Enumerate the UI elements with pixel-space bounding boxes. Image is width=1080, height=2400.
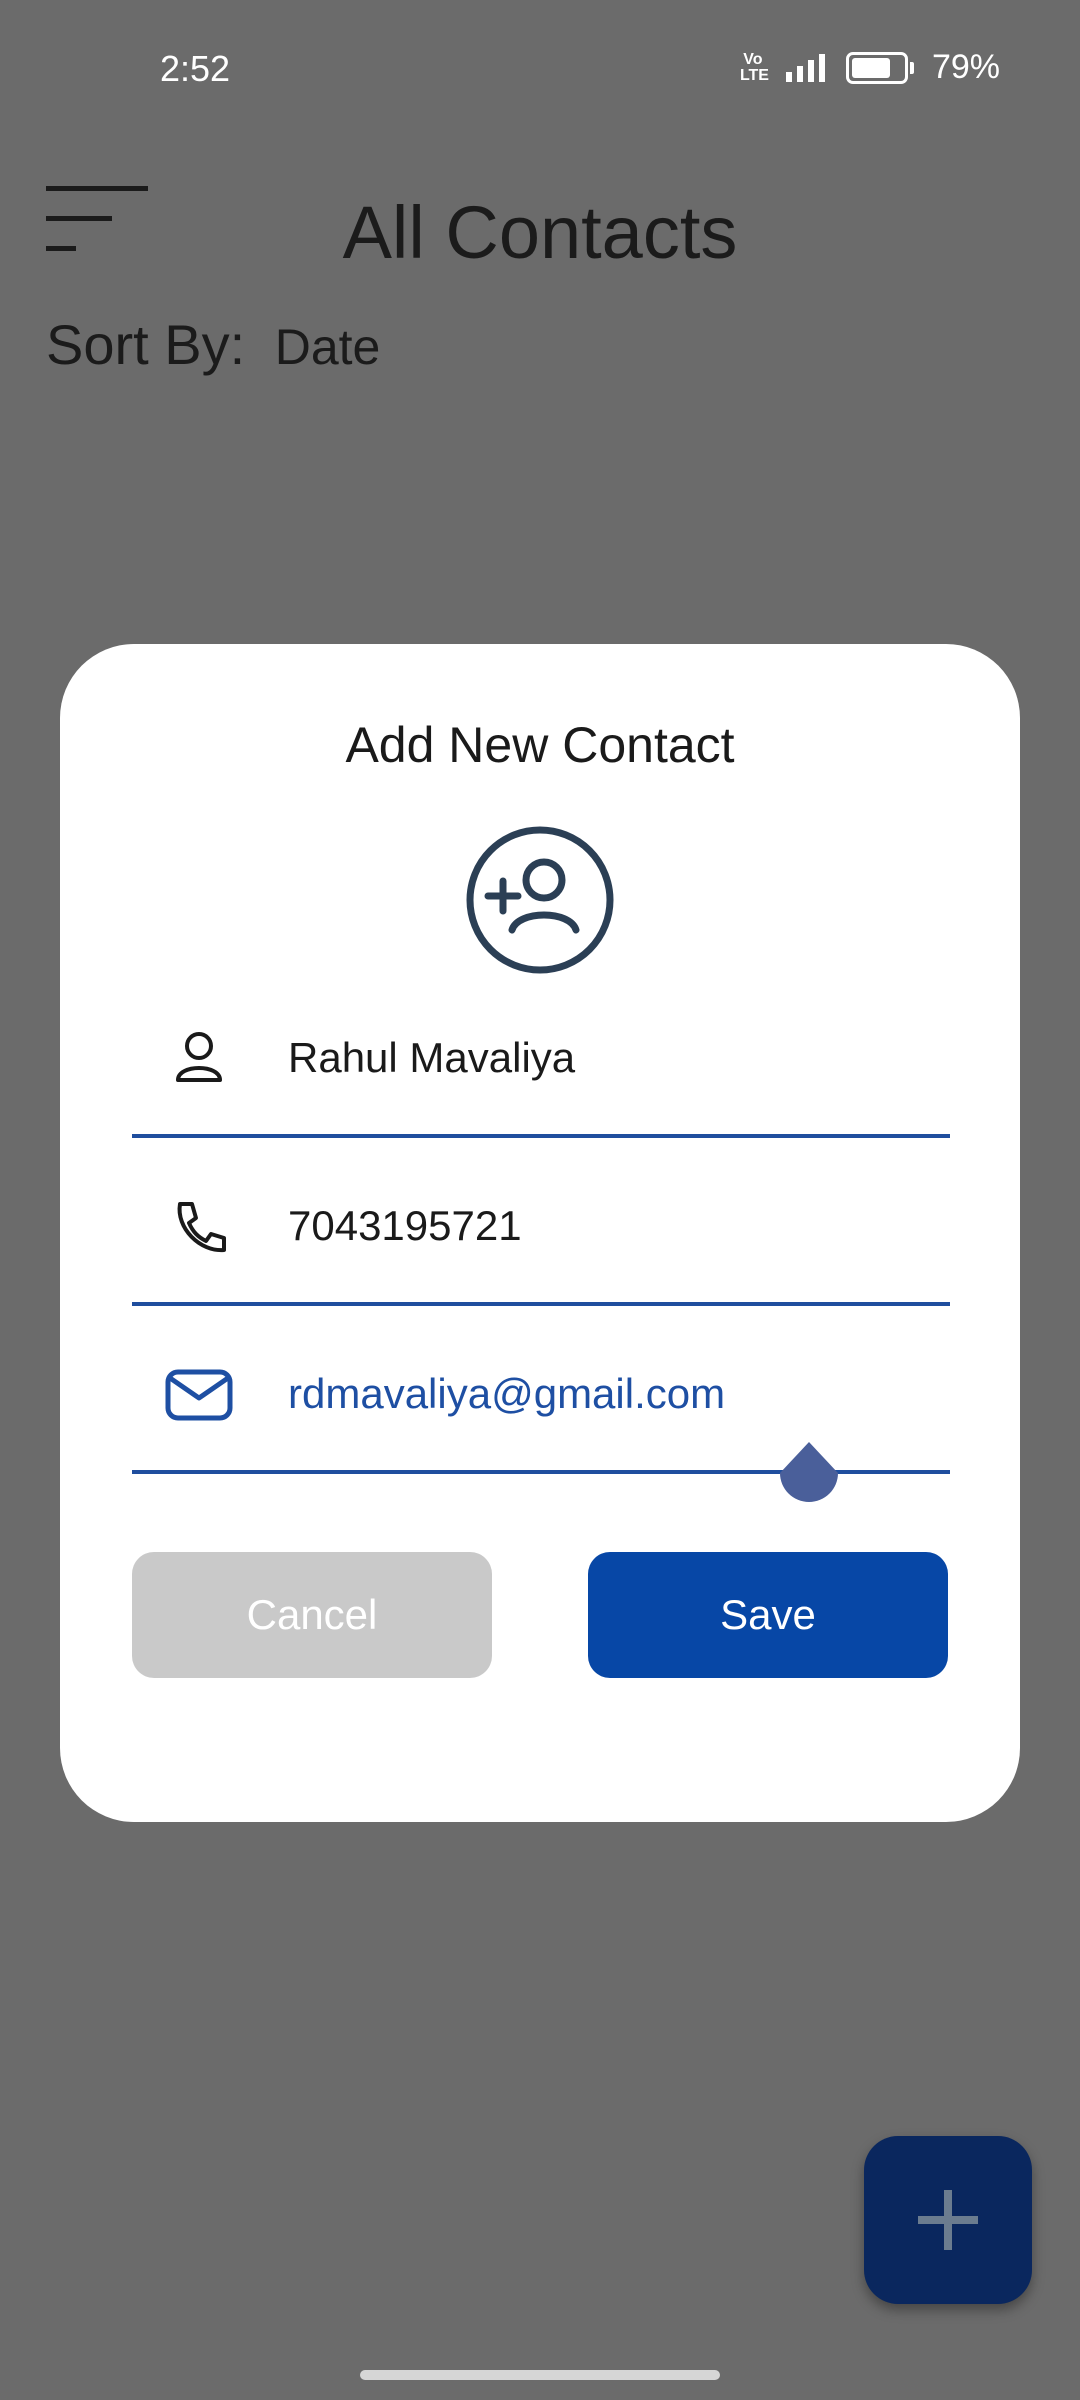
signal-icon (785, 53, 825, 82)
person-icon (176, 1032, 222, 1082)
page-title: All Contacts (342, 191, 738, 274)
status-bar: 2:52 Vo LTE 79% (0, 0, 1080, 140)
home-indicator[interactable] (360, 2370, 720, 2380)
mail-icon (165, 1369, 233, 1421)
battery-icon (845, 51, 914, 84)
add-person-icon[interactable] (466, 826, 614, 974)
plus-icon (918, 2190, 978, 2250)
name-input-value[interactable]: Rahul Mavaliya (288, 1034, 575, 1082)
volte-bottom-text: LTE (739, 66, 769, 84)
name-field[interactable]: Rahul Mavaliya (132, 984, 950, 1138)
email-field[interactable]: rdmavaliya@gmail.com (132, 1320, 950, 1502)
volte-top-text: Vo (743, 50, 763, 68)
add-contact-dialog: Add New Contact Rahul Mavaliya 704319572… (60, 644, 1020, 1822)
sort-value[interactable]: Date (275, 319, 381, 375)
save-button[interactable]: Save (588, 1552, 948, 1678)
status-time: 2:52 (160, 48, 231, 89)
sort-row[interactable]: Sort By: Date (46, 312, 380, 377)
dialog-title: Add New Contact (345, 717, 735, 773)
sort-label: Sort By: (46, 313, 246, 376)
email-input-value[interactable]: rdmavaliya@gmail.com (288, 1370, 725, 1418)
text-cursor-handle-icon[interactable] (778, 1442, 840, 1504)
phone-field[interactable]: 7043195721 (132, 1152, 950, 1306)
battery-percent: 79% (931, 48, 1000, 86)
add-contact-fab[interactable] (864, 2136, 1032, 2304)
cancel-button[interactable]: Cancel (132, 1552, 492, 1678)
status-icons: Vo LTE 79% (740, 48, 1000, 87)
phone-input-value[interactable]: 7043195721 (288, 1202, 522, 1250)
volte-icon: Vo LTE (739, 50, 769, 84)
phone-icon (177, 1202, 226, 1253)
